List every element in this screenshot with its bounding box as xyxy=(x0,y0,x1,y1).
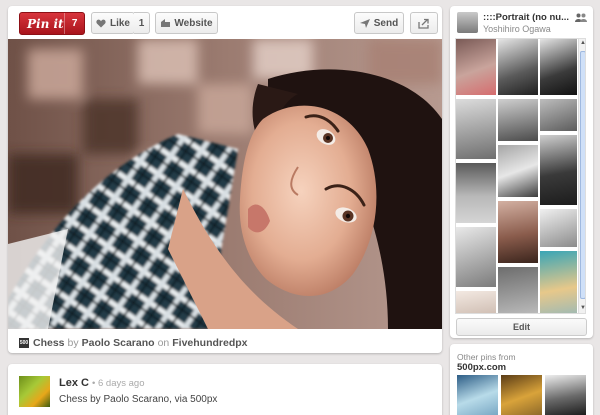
pin-toolbar: Pin it 7 Like 1 Website Send xyxy=(8,6,442,38)
board-pin-thumb[interactable] xyxy=(540,39,577,95)
board-pin-thumb[interactable] xyxy=(540,99,577,131)
board-pin-thumb[interactable] xyxy=(540,135,577,205)
other-pin-thumb[interactable] xyxy=(501,375,542,415)
website-label: Website xyxy=(174,17,213,29)
other-pin-thumb[interactable] xyxy=(545,375,586,415)
share-button[interactable] xyxy=(410,12,438,34)
board-thumbnail[interactable] xyxy=(457,12,478,33)
commenter-name[interactable]: Lex C • 6 days ago xyxy=(59,377,144,389)
pin-it-label: Pin it xyxy=(27,16,64,31)
other-pins-label: Other pins from xyxy=(457,352,516,362)
board-edit-button[interactable]: Edit xyxy=(456,318,587,336)
board-pin-thumb[interactable] xyxy=(498,39,538,95)
caption-title[interactable]: Chess xyxy=(33,337,65,349)
pin-image[interactable] xyxy=(8,39,442,329)
board-pin-thumb[interactable] xyxy=(456,163,496,223)
send-icon xyxy=(359,18,370,28)
pin-card: Pin it 7 Like 1 Website Send 500 Chess b… xyxy=(8,6,442,353)
commenter-name-text[interactable]: Lex C xyxy=(59,377,89,389)
pin-it-button[interactable]: Pin it 7 xyxy=(19,12,85,35)
comment-time: • 6 days ago xyxy=(92,378,145,389)
caption-author[interactable]: Paolo Scarano xyxy=(82,337,155,349)
like-button[interactable]: Like xyxy=(91,12,135,34)
portrait-photo xyxy=(8,39,442,329)
caption-source[interactable]: Fivehundredpx xyxy=(172,337,247,349)
caption-by: by xyxy=(67,337,79,349)
heart-icon xyxy=(96,19,106,27)
scrollbar-thumb[interactable] xyxy=(580,51,585,299)
website-icon xyxy=(161,19,171,27)
board-scrollbar[interactable]: ▲ ▼ xyxy=(578,39,585,313)
board-pin-thumb[interactable] xyxy=(456,39,496,95)
board-pin-thumb[interactable] xyxy=(540,251,577,313)
other-pins-card: Other pins from 500px.com xyxy=(450,344,593,415)
pin-it-count: 7 xyxy=(64,13,84,34)
scroll-down-arrow-icon[interactable]: ▼ xyxy=(580,305,585,311)
caption-on: on xyxy=(157,337,170,349)
board-pin-thumb[interactable] xyxy=(498,99,538,141)
board-pin-thumb[interactable] xyxy=(498,267,538,313)
pin-caption: 500 Chess by Paolo Scarano on Fivehundre… xyxy=(19,336,248,350)
share-icon xyxy=(418,18,429,29)
board-pin-thumb[interactable] xyxy=(456,227,496,287)
board-pin-thumb[interactable] xyxy=(540,209,577,247)
board-pins-grid: ▲ ▼ xyxy=(455,38,586,314)
like-count: 1 xyxy=(134,12,150,34)
board-user[interactable]: Yoshihiro Ogawa xyxy=(483,24,551,34)
board-title[interactable]: ::::Portrait (no nu... xyxy=(483,12,573,23)
people-icon xyxy=(575,13,587,22)
commenter-avatar[interactable] xyxy=(19,376,50,407)
board-pin-thumb[interactable] xyxy=(456,291,496,313)
source-favicon-icon: 500 xyxy=(19,338,29,348)
board-pin-thumb[interactable] xyxy=(498,145,538,197)
comment-card: Lex C • 6 days ago Chess by Paolo Scaran… xyxy=(8,364,442,415)
scroll-up-arrow-icon[interactable]: ▲ xyxy=(580,40,585,46)
comment-text: Chess by Paolo Scarano, via 500px xyxy=(59,394,218,405)
board-pin-thumb[interactable] xyxy=(498,201,538,263)
send-button[interactable]: Send xyxy=(354,12,404,34)
board-card: ::::Portrait (no nu... Yoshihiro Ogawa ▲… xyxy=(450,6,593,338)
other-pins-source[interactable]: 500px.com xyxy=(457,362,506,373)
website-button[interactable]: Website xyxy=(155,12,218,34)
like-label: Like xyxy=(109,17,130,29)
send-label: Send xyxy=(373,17,399,29)
board-pin-thumb[interactable] xyxy=(456,99,496,159)
other-pin-thumb[interactable] xyxy=(457,375,498,415)
